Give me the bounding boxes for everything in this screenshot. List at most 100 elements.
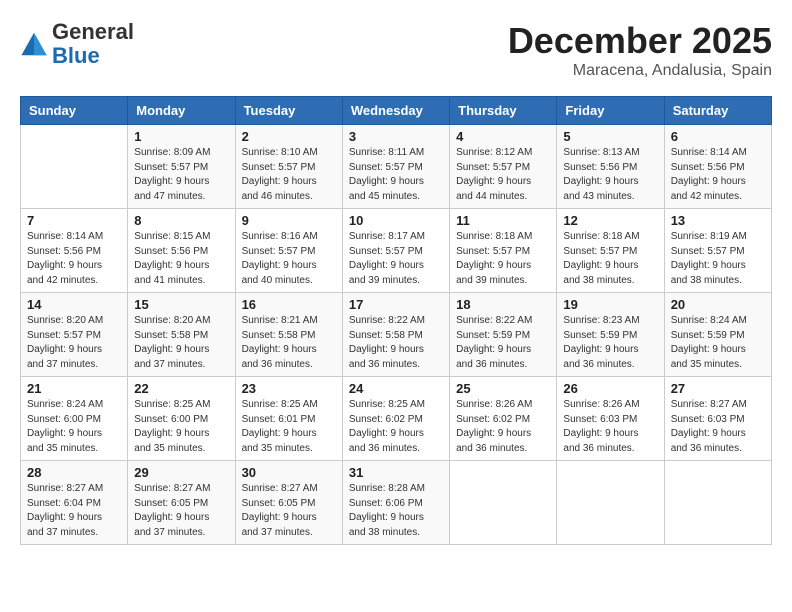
logo: General Blue xyxy=(20,20,134,68)
day-info: Sunrise: 8:12 AM Sunset: 5:57 PM Dayligh… xyxy=(456,146,550,204)
day-number: 26 xyxy=(563,381,657,396)
day-number: 1 xyxy=(134,129,228,144)
day-number: 14 xyxy=(27,297,121,312)
calendar-cell xyxy=(21,125,128,209)
day-number: 29 xyxy=(134,465,228,480)
day-number: 13 xyxy=(671,213,765,228)
day-info: Sunrise: 8:22 AM Sunset: 5:59 PM Dayligh… xyxy=(456,314,550,372)
day-info: Sunrise: 8:09 AM Sunset: 5:57 PM Dayligh… xyxy=(134,146,228,204)
calendar-cell xyxy=(664,461,771,545)
day-info: Sunrise: 8:27 AM Sunset: 6:05 PM Dayligh… xyxy=(242,482,336,540)
location-title: Maracena, Andalusia, Spain xyxy=(508,62,772,80)
day-number: 24 xyxy=(349,381,443,396)
day-info: Sunrise: 8:16 AM Sunset: 5:57 PM Dayligh… xyxy=(242,230,336,288)
weekday-header-thursday: Thursday xyxy=(450,97,557,125)
calendar-cell: 23 Sunrise: 8:25 AM Sunset: 6:01 PM Dayli… xyxy=(235,377,342,461)
day-number: 20 xyxy=(671,297,765,312)
calendar-cell: 11Sunrise: 8:18 AM Sunset: 5:57 PM Dayli… xyxy=(450,209,557,293)
weekday-header-saturday: Saturday xyxy=(664,97,771,125)
day-info: Sunrise: 8:27 AM Sunset: 6:04 PM Dayligh… xyxy=(27,482,121,540)
calendar-cell: 27 Sunrise: 8:27 AM Sunset: 6:03 PM Dayli… xyxy=(664,377,771,461)
calendar-cell: 24 Sunrise: 8:25 AM Sunset: 6:02 PM Dayli… xyxy=(342,377,449,461)
calendar-cell xyxy=(450,461,557,545)
day-number: 27 xyxy=(671,381,765,396)
logo-icon xyxy=(20,30,48,58)
calendar-cell: 3Sunrise: 8:11 AM Sunset: 5:57 PM Daylig… xyxy=(342,125,449,209)
day-info: Sunrise: 8:15 AM Sunset: 5:56 PM Dayligh… xyxy=(134,230,228,288)
calendar-cell: 30 Sunrise: 8:27 AM Sunset: 6:05 PM Dayli… xyxy=(235,461,342,545)
day-info: Sunrise: 8:25 AM Sunset: 6:01 PM Dayligh… xyxy=(242,398,336,456)
day-number: 5 xyxy=(563,129,657,144)
day-info: Sunrise: 8:14 AM Sunset: 5:56 PM Dayligh… xyxy=(27,230,121,288)
calendar-cell: 4 Sunrise: 8:12 AM Sunset: 5:57 PM Daylig… xyxy=(450,125,557,209)
calendar-week-2: 7 Sunrise: 8:14 AM Sunset: 5:56 PM Daylig… xyxy=(21,209,772,293)
day-info: Sunrise: 8:27 AM Sunset: 6:03 PM Dayligh… xyxy=(671,398,765,456)
calendar-cell: 20 Sunrise: 8:24 AM Sunset: 5:59 PM Dayli… xyxy=(664,293,771,377)
day-number: 2 xyxy=(242,129,336,144)
calendar-cell: 25 Sunrise: 8:26 AM Sunset: 6:02 PM Dayli… xyxy=(450,377,557,461)
day-info: Sunrise: 8:17 AM Sunset: 5:57 PM Dayligh… xyxy=(349,230,443,288)
day-info: Sunrise: 8:26 AM Sunset: 6:02 PM Dayligh… xyxy=(456,398,550,456)
calendar-cell: 29Sunrise: 8:27 AM Sunset: 6:05 PM Dayli… xyxy=(128,461,235,545)
calendar-week-3: 14 Sunrise: 8:20 AM Sunset: 5:57 PM Dayli… xyxy=(21,293,772,377)
day-number: 10 xyxy=(349,213,443,228)
calendar-cell: 21 Sunrise: 8:24 AM Sunset: 6:00 PM Dayli… xyxy=(21,377,128,461)
day-info: Sunrise: 8:19 AM Sunset: 5:57 PM Dayligh… xyxy=(671,230,765,288)
calendar-cell: 17Sunrise: 8:22 AM Sunset: 5:58 PM Dayli… xyxy=(342,293,449,377)
day-number: 9 xyxy=(242,213,336,228)
calendar-cell: 15Sunrise: 8:20 AM Sunset: 5:58 PM Dayli… xyxy=(128,293,235,377)
day-number: 3 xyxy=(349,129,443,144)
calendar-cell: 5 Sunrise: 8:13 AM Sunset: 5:56 PM Daylig… xyxy=(557,125,664,209)
page-header: General Blue December 2025 Maracena, And… xyxy=(20,20,772,80)
day-info: Sunrise: 8:13 AM Sunset: 5:56 PM Dayligh… xyxy=(563,146,657,204)
calendar: SundayMondayTuesdayWednesdayThursdayFrid… xyxy=(20,96,772,545)
day-number: 30 xyxy=(242,465,336,480)
calendar-week-4: 21 Sunrise: 8:24 AM Sunset: 6:00 PM Dayli… xyxy=(21,377,772,461)
day-number: 23 xyxy=(242,381,336,396)
day-number: 25 xyxy=(456,381,550,396)
calendar-cell: 13 Sunrise: 8:19 AM Sunset: 5:57 PM Dayli… xyxy=(664,209,771,293)
calendar-week-1: 1 Sunrise: 8:09 AM Sunset: 5:57 PM Daylig… xyxy=(21,125,772,209)
day-number: 8 xyxy=(134,213,228,228)
weekday-header-tuesday: Tuesday xyxy=(235,97,342,125)
calendar-cell: 7 Sunrise: 8:14 AM Sunset: 5:56 PM Daylig… xyxy=(21,209,128,293)
calendar-cell: 8 Sunrise: 8:15 AM Sunset: 5:56 PM Daylig… xyxy=(128,209,235,293)
calendar-cell: 1 Sunrise: 8:09 AM Sunset: 5:57 PM Daylig… xyxy=(128,125,235,209)
day-number: 12 xyxy=(563,213,657,228)
day-number: 31 xyxy=(349,465,443,480)
day-number: 19 xyxy=(563,297,657,312)
weekday-header-sunday: Sunday xyxy=(21,97,128,125)
calendar-cell: 28 Sunrise: 8:27 AM Sunset: 6:04 PM Dayli… xyxy=(21,461,128,545)
day-info: Sunrise: 8:28 AM Sunset: 6:06 PM Dayligh… xyxy=(349,482,443,540)
day-info: Sunrise: 8:25 AM Sunset: 6:00 PM Dayligh… xyxy=(134,398,228,456)
weekday-header-row: SundayMondayTuesdayWednesdayThursdayFrid… xyxy=(21,97,772,125)
day-number: 22 xyxy=(134,381,228,396)
calendar-cell: 10 Sunrise: 8:17 AM Sunset: 5:57 PM Dayli… xyxy=(342,209,449,293)
day-info: Sunrise: 8:25 AM Sunset: 6:02 PM Dayligh… xyxy=(349,398,443,456)
day-info: Sunrise: 8:24 AM Sunset: 6:00 PM Dayligh… xyxy=(27,398,121,456)
day-number: 18 xyxy=(456,297,550,312)
calendar-cell: 6Sunrise: 8:14 AM Sunset: 5:56 PM Daylig… xyxy=(664,125,771,209)
calendar-cell: 26 Sunrise: 8:26 AM Sunset: 6:03 PM Dayli… xyxy=(557,377,664,461)
day-number: 7 xyxy=(27,213,121,228)
day-info: Sunrise: 8:20 AM Sunset: 5:57 PM Dayligh… xyxy=(27,314,121,372)
day-info: Sunrise: 8:21 AM Sunset: 5:58 PM Dayligh… xyxy=(242,314,336,372)
day-number: 15 xyxy=(134,297,228,312)
day-number: 28 xyxy=(27,465,121,480)
day-info: Sunrise: 8:24 AM Sunset: 5:59 PM Dayligh… xyxy=(671,314,765,372)
calendar-cell: 16Sunrise: 8:21 AM Sunset: 5:58 PM Dayli… xyxy=(235,293,342,377)
day-info: Sunrise: 8:26 AM Sunset: 6:03 PM Dayligh… xyxy=(563,398,657,456)
day-info: Sunrise: 8:14 AM Sunset: 5:56 PM Dayligh… xyxy=(671,146,765,204)
logo-text: General Blue xyxy=(52,20,134,68)
weekday-header-monday: Monday xyxy=(128,97,235,125)
day-info: Sunrise: 8:22 AM Sunset: 5:58 PM Dayligh… xyxy=(349,314,443,372)
day-number: 4 xyxy=(456,129,550,144)
calendar-cell: 19 Sunrise: 8:23 AM Sunset: 5:59 PM Dayli… xyxy=(557,293,664,377)
calendar-cell: 22 Sunrise: 8:25 AM Sunset: 6:00 PM Dayli… xyxy=(128,377,235,461)
day-info: Sunrise: 8:10 AM Sunset: 5:57 PM Dayligh… xyxy=(242,146,336,204)
calendar-cell: 31 Sunrise: 8:28 AM Sunset: 6:06 PM Dayli… xyxy=(342,461,449,545)
day-info: Sunrise: 8:18 AM Sunset: 5:57 PM Dayligh… xyxy=(563,230,657,288)
day-info: Sunrise: 8:23 AM Sunset: 5:59 PM Dayligh… xyxy=(563,314,657,372)
day-number: 21 xyxy=(27,381,121,396)
day-info: Sunrise: 8:18 AM Sunset: 5:57 PM Dayligh… xyxy=(456,230,550,288)
